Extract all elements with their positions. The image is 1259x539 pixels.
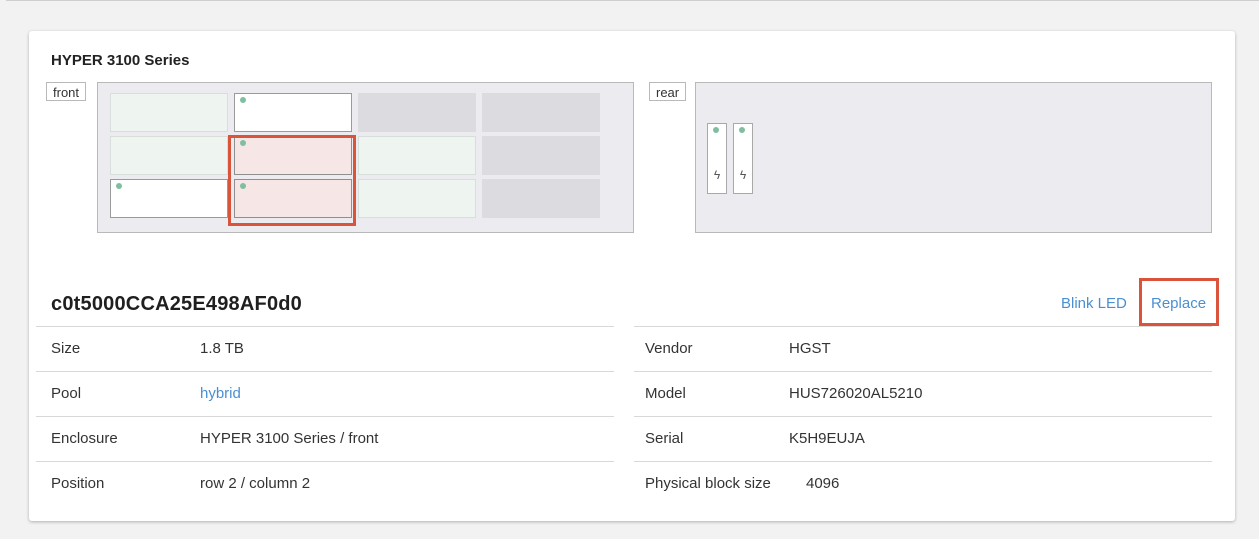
power-bolt-icon: ϟ [739, 168, 747, 182]
front-panel [97, 82, 634, 233]
rear-panel: ϟϟ [695, 82, 1212, 233]
prop-row-enclosure: Enclosure HYPER 3100 Series / front [36, 416, 614, 461]
drive-slot-r1-c2[interactable] [234, 93, 352, 132]
prop-key: Serial [645, 430, 684, 447]
front-panel-label: front [46, 82, 87, 101]
power-bolt-icon: ϟ [713, 168, 721, 182]
blink-led-button[interactable]: Blink LED [1061, 295, 1127, 312]
drive-status-dot [116, 183, 122, 189]
replace-highlight [1139, 278, 1219, 326]
drive-slot-r2-c4 [482, 136, 600, 175]
prop-row-physical-block-size: Physical block size 4096 [634, 461, 1212, 506]
prop-value: HYPER 3100 Series / front [200, 430, 379, 447]
disk-detail-card: HYPER 3100 Series front ϟϟ rear c0t5000C… [29, 31, 1235, 521]
prop-key: Model [645, 385, 686, 402]
prop-value: 4096 [806, 475, 840, 492]
enclosure-title: HYPER 3100 Series [51, 52, 190, 69]
disk-name-heading: c0t5000CCA25E498AF0d0 [51, 293, 303, 315]
prop-row-pool: Pool hybrid [36, 371, 614, 416]
drive-slot-r1-c3 [358, 93, 476, 132]
prop-row-vendor: Vendor HGST [634, 326, 1212, 371]
prop-key: Vendor [645, 340, 693, 357]
rear-panel-label: rear [649, 82, 687, 101]
drive-slot-r1-c4 [482, 93, 600, 132]
selected-slot-highlight [228, 135, 356, 226]
prop-row-size: Size 1.8 TB [36, 326, 614, 371]
psu-status-dot [713, 127, 719, 133]
drive-slot-r3-c1[interactable] [110, 179, 228, 218]
prop-key: Enclosure [51, 430, 118, 447]
prop-row-model: Model HUS726020AL5210 [634, 371, 1212, 416]
prop-key: Size [51, 340, 81, 357]
prop-key: Position [51, 475, 105, 492]
drive-status-dot [240, 97, 246, 103]
drive-slot-r3-c3[interactable] [358, 179, 476, 218]
psu-module-1[interactable]: ϟ [707, 123, 727, 194]
psu-status-dot [739, 127, 745, 133]
prop-value: row 2 / column 2 [200, 475, 311, 492]
disk-properties-right: Vendor HGST Model HUS726020AL5210 Serial… [634, 326, 1212, 506]
drive-slot-r2-c3[interactable] [358, 136, 476, 175]
prop-value: HGST [789, 340, 831, 357]
prop-row-position: Position row 2 / column 2 [36, 461, 614, 506]
pool-link[interactable]: hybrid [200, 385, 241, 402]
prop-value: 1.8 TB [200, 340, 244, 357]
top-divider [6, 0, 1259, 7]
disk-properties-left: Size 1.8 TB Pool hybrid Enclosure HYPER … [36, 326, 614, 506]
prop-key: Pool [51, 385, 82, 402]
drive-slot-r2-c1[interactable] [110, 136, 228, 175]
prop-value: HUS726020AL5210 [789, 385, 923, 402]
drive-slot-r3-c4 [482, 179, 600, 218]
drive-slot-r1-c1[interactable] [110, 93, 228, 132]
prop-row-serial: Serial K5H9EUJA [634, 416, 1212, 461]
prop-key: Physical block size [645, 475, 771, 492]
psu-module-2[interactable]: ϟ [733, 123, 753, 194]
prop-value: K5H9EUJA [789, 430, 865, 447]
